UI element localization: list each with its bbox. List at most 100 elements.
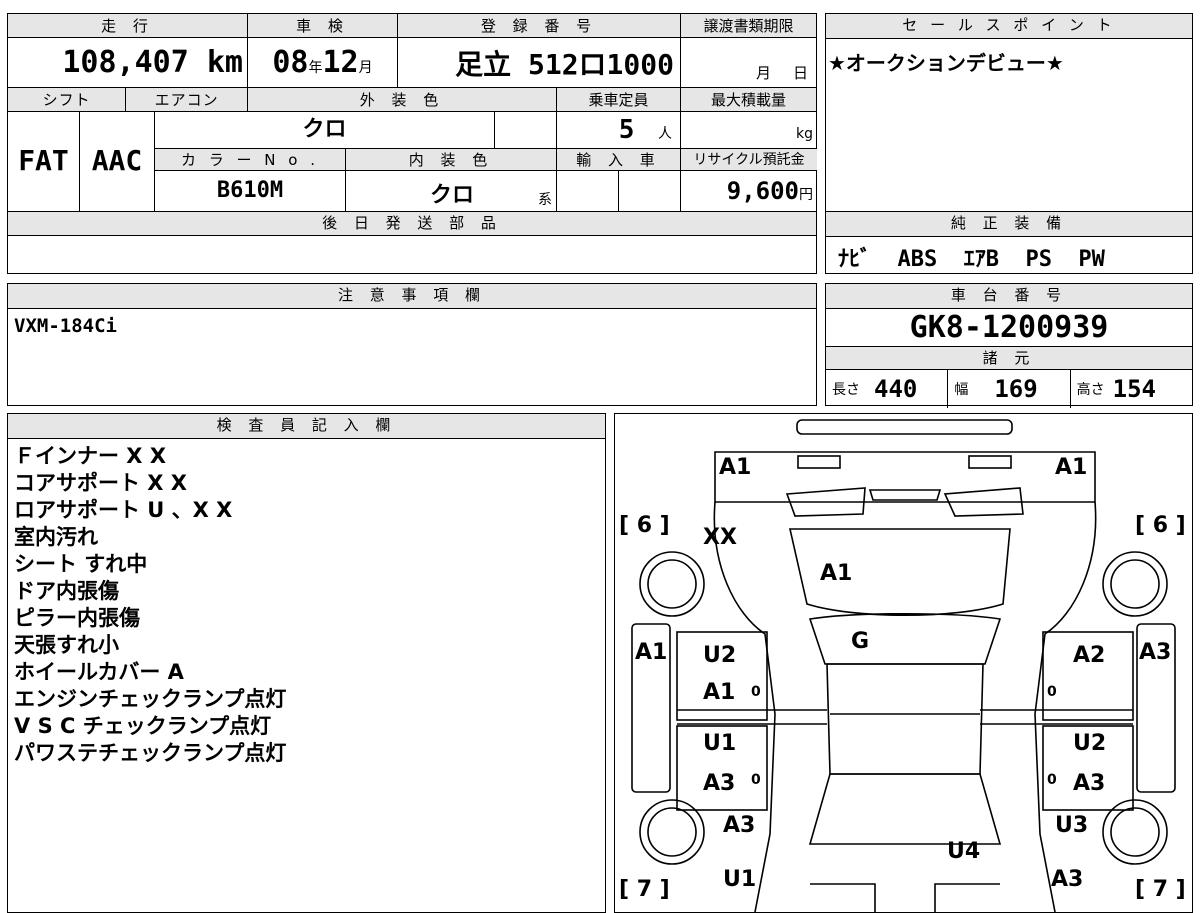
- mileage-cell: 108,407 km: [7, 37, 248, 88]
- door-handle-mark: 0: [751, 684, 761, 700]
- import-label: 輸 入 車: [557, 149, 681, 171]
- later-parts-label: 後 日 発 送 部 品: [7, 212, 817, 236]
- caution-box: 注 意 事 項 欄 VXM-184Ci: [7, 283, 817, 406]
- recycle-cell: 9,600円: [681, 171, 817, 211]
- max-load-cell: kg: [681, 111, 817, 149]
- registration-label: 登 録 番 号: [397, 13, 681, 38]
- mark-rear-right-door-bottom: A3: [1073, 771, 1105, 796]
- ac-label: エアコン: [125, 87, 248, 112]
- caution-text: VXM-184Ci: [14, 315, 117, 337]
- inspector-note: Ｆインナー X X: [14, 444, 167, 468]
- mark-rear-right: A3: [1051, 867, 1083, 892]
- spec-width-label: 幅: [954, 382, 969, 398]
- spec-length-label: 長さ: [832, 382, 860, 398]
- mark-hood: A1: [820, 561, 852, 586]
- recycle-value: 9,600: [726, 177, 799, 205]
- inspector-note: パワステチェックランプ点灯: [14, 741, 287, 765]
- inspector-label: 検 査 員 記 入 欄: [8, 414, 605, 439]
- mark-windshield: G: [851, 629, 869, 654]
- bracket-left-bottom: [ 7 ]: [619, 877, 670, 902]
- mark-rear-right-door-top: U2: [1073, 731, 1106, 756]
- mark-rear-left-quarter: A3: [723, 813, 755, 838]
- recycle-label: リサイクル預託金: [681, 149, 817, 171]
- mileage-unit: km: [206, 45, 243, 80]
- spec-width-value: 169: [994, 375, 1038, 403]
- mark-right-pillar: A3: [1139, 640, 1171, 665]
- chassis-box: 車 台 番 号 GK8-1200939 諸 元 長さ 440 幅 169 高さ …: [825, 283, 1193, 408]
- spec-width: 幅 169: [948, 370, 1071, 408]
- exterior-color-value: クロ: [155, 111, 495, 149]
- spec-height-value: 154: [1112, 375, 1157, 403]
- later-parts-box: [7, 236, 817, 274]
- specs-label: 諸 元: [826, 347, 1192, 370]
- inspector-box: 検 査 員 記 入 欄 Ｆインナー X X コアサポート X X ロアサポート …: [7, 413, 606, 913]
- registration-value: 足立 512ロ1000: [397, 37, 681, 88]
- ac-value: AAC: [80, 111, 155, 211]
- spec-length-value: 440: [874, 375, 918, 403]
- mark-rear-left-door-bottom: A3: [703, 771, 735, 796]
- interior-color-label: 内 装 色: [346, 149, 557, 171]
- inspector-note: ホイールカバー A: [14, 660, 184, 684]
- transfer-month-unit: 月: [755, 64, 771, 82]
- inspection-month: 12: [322, 45, 359, 80]
- capacity-label: 乗車定員: [556, 87, 681, 112]
- interior-color-suffix: 系: [538, 192, 552, 208]
- spec-length: 長さ 440: [826, 370, 949, 408]
- specs-row: 長さ 440 幅 169 高さ 154: [826, 370, 1192, 408]
- chassis-value: GK8-1200939: [826, 309, 1192, 347]
- inspection-cell: 08年12月: [247, 37, 398, 88]
- transfer-deadline-cell: 月 日: [680, 37, 817, 88]
- equipment-text: ﾅﾋﾞ ABS ｴｱB PS PW: [838, 247, 1105, 272]
- mark-front-left-door-bottom: A1: [703, 680, 735, 705]
- inspection-year: 08: [272, 45, 309, 80]
- sales-point-box: セ ー ル ス ポ イ ン ト ★オークションデビュー★: [825, 13, 1193, 212]
- shift-value: FAT: [8, 111, 80, 211]
- chassis-label: 車 台 番 号: [826, 284, 1192, 309]
- import-cell-b: [619, 171, 681, 211]
- recycle-unit: 円: [799, 187, 813, 203]
- mark-front-left-door-top: U2: [703, 643, 736, 668]
- inspector-note: ドア内張傷: [14, 579, 119, 603]
- door-handle-mark: 0: [1047, 772, 1057, 788]
- import-cell-a: [557, 171, 619, 211]
- inspector-note: シート すれ中: [14, 552, 148, 576]
- interior-color-cell: クロ 系: [346, 171, 557, 211]
- exterior-color-extra: [495, 111, 557, 149]
- main-info-table: 走 行 車 検 登 録 番 号 譲渡書類期限 108,407 km 08年12月…: [6, 13, 817, 112]
- inspector-note: 天張すれ小: [14, 633, 119, 657]
- inspector-notes: Ｆインナー X X コアサポート X X ロアサポート U 、X X 室内汚れ …: [8, 439, 605, 771]
- inspection-label: 車 検: [247, 13, 398, 38]
- door-handle-mark: 0: [1047, 684, 1057, 700]
- color-no-label: カ ラ ー N o .: [155, 149, 346, 171]
- mark-front-right-door-top: A2: [1073, 643, 1105, 668]
- car-diagram-box: [ 6 ] [ 6 ] [ 7 ] [ 7 ] A1 A1 XX A1 G A1…: [614, 413, 1193, 913]
- inspector-note: コアサポート X X: [14, 471, 188, 495]
- inspector-note: エンジンチェックランプ点灯: [14, 687, 287, 711]
- car-diagram: [ 6 ] [ 6 ] [ 7 ] [ 7 ] A1 A1 XX A1 G A1…: [619, 419, 1186, 912]
- shift-label: シフト: [6, 87, 127, 112]
- mark-rear-right-quarter: U3: [1055, 813, 1088, 838]
- inspector-note: 室内汚れ: [14, 525, 98, 549]
- inspector-note: ロアサポート U 、X X: [14, 498, 233, 522]
- capacity-cell: 5 人: [557, 111, 681, 149]
- caution-label: 注 意 事 項 欄: [8, 284, 816, 309]
- bracket-right-bottom: [ 7 ]: [1135, 877, 1186, 902]
- mark-front-left: A1: [719, 455, 751, 480]
- mileage-value: 108,407: [62, 45, 189, 80]
- spec-height-label: 高さ: [1076, 382, 1105, 398]
- mark-left-pillar: A1: [635, 640, 667, 665]
- exterior-color-label: 外 装 色: [247, 87, 557, 112]
- mileage-label: 走 行: [7, 13, 248, 38]
- door-handle-mark: 0: [751, 772, 761, 788]
- sales-point-text: ★オークションデビュー★: [828, 51, 1064, 75]
- transfer-day-unit: 日: [792, 64, 808, 82]
- max-load-unit: kg: [796, 126, 813, 142]
- row2-block: FAT AAC クロ 5 人 kg カ ラ ー N o . 内 装 色 輸 入 …: [7, 111, 817, 212]
- equipment-box: 純 正 装 備 ﾅﾋﾞ ABS ｴｱB PS PW: [825, 212, 1193, 274]
- sales-point-label: セ ー ル ス ポ イ ン ト: [826, 14, 1192, 39]
- inspection-year-unit: 年: [308, 60, 323, 76]
- equipment-label: 純 正 装 備: [826, 212, 1192, 237]
- transfer-deadline-label: 譲渡書類期限: [680, 13, 817, 38]
- spec-height: 高さ 154: [1071, 370, 1192, 408]
- inspector-note: V S C チェックランプ点灯: [14, 714, 272, 738]
